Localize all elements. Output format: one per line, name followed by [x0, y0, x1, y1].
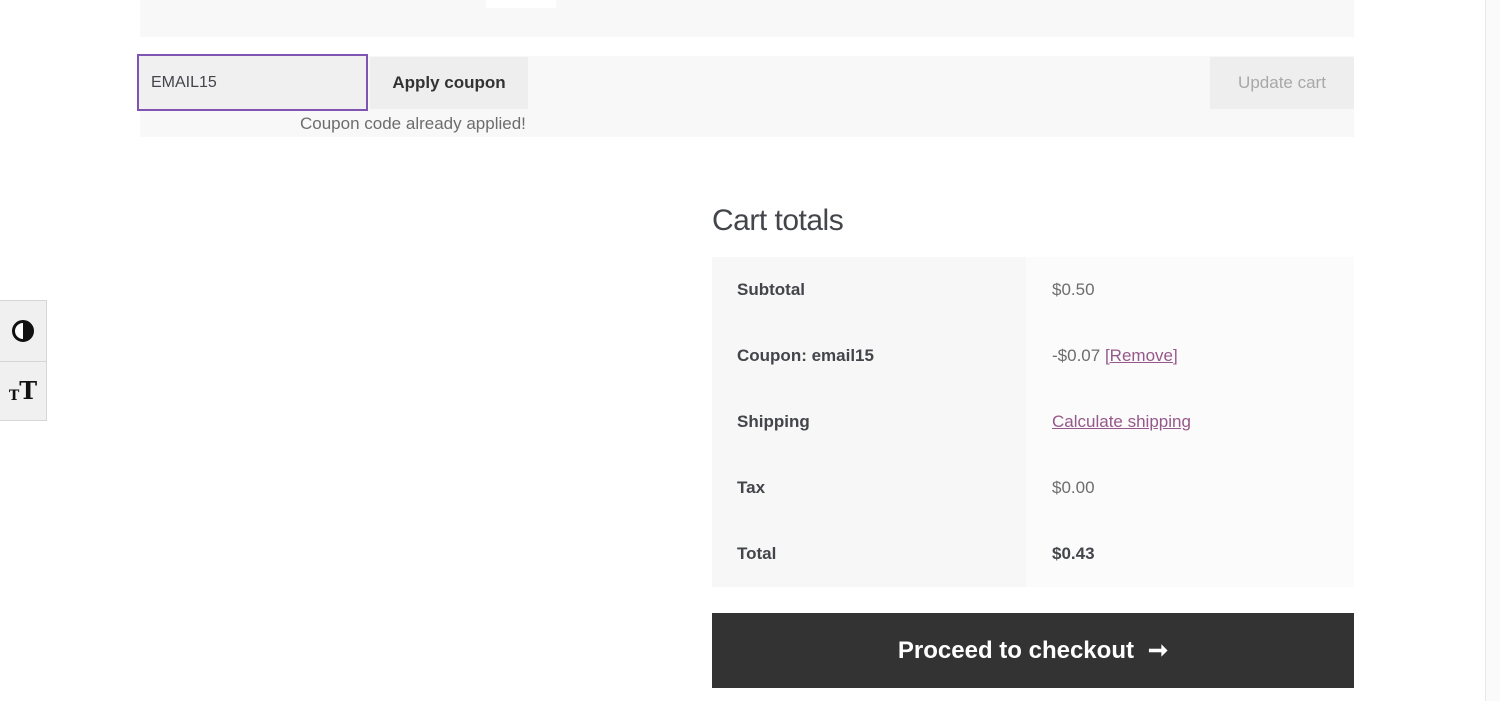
- accessibility-toolbar: T T: [0, 300, 47, 421]
- checkout-label: Proceed to checkout: [897, 636, 1134, 664]
- text-size-glyph-small: T: [8, 388, 20, 404]
- coupon-label: Coupon: email15: [712, 323, 1026, 389]
- remove-coupon-link[interactable]: Remove: [1110, 346, 1173, 366]
- tax-label: Tax: [712, 455, 1026, 521]
- text-size-icon: T T: [8, 376, 38, 405]
- contrast-icon: [12, 320, 34, 342]
- totals-row-coupon: Coupon: email15 -$0.07 [Remove]: [712, 323, 1354, 389]
- text-size-button[interactable]: T T: [0, 361, 46, 421]
- text-size-glyph-big: T: [19, 376, 38, 405]
- totals-row-shipping: Shipping Calculate shipping: [712, 389, 1354, 455]
- total-label: Total: [712, 521, 1026, 587]
- high-contrast-button[interactable]: [0, 301, 46, 362]
- proceed-to-checkout-button[interactable]: Proceed to checkout ➞: [712, 613, 1354, 688]
- cart-table-cell: [486, 0, 556, 8]
- remove-bracket-close: ]: [1172, 346, 1178, 365]
- subtotal-label: Subtotal: [712, 257, 1026, 323]
- coupon-code-input[interactable]: [137, 54, 368, 111]
- cart-totals-table: Subtotal $0.50 Coupon: email15 -$0.07 [R…: [712, 257, 1354, 587]
- coupon-discount-cell: -$0.07 [Remove]: [1026, 323, 1354, 389]
- cart-totals-heading: Cart totals: [712, 204, 844, 237]
- apply-coupon-button[interactable]: Apply coupon: [370, 57, 528, 109]
- calculate-shipping-link[interactable]: Calculate shipping: [1052, 412, 1191, 432]
- arrow-right-icon: ➞: [1147, 636, 1169, 664]
- update-cart-button[interactable]: Update cart: [1210, 57, 1354, 109]
- coupon-discount-value: -$0.07: [1052, 346, 1101, 365]
- scrollbar[interactable]: [1485, 0, 1500, 701]
- totals-row-total: Total $0.43: [712, 521, 1354, 587]
- subtotal-value: $0.50: [1026, 257, 1354, 323]
- shipping-cell: Calculate shipping: [1026, 389, 1354, 455]
- shipping-label: Shipping: [712, 389, 1026, 455]
- cart-table-bottom: [140, 0, 1354, 37]
- page: Apply coupon Coupon code already applied…: [0, 0, 1500, 701]
- totals-row-subtotal: Subtotal $0.50: [712, 257, 1354, 323]
- totals-row-tax: Tax $0.00: [712, 455, 1354, 521]
- total-value: $0.43: [1026, 521, 1354, 587]
- coupon-message: Coupon code already applied!: [300, 114, 526, 133]
- tax-value: $0.00: [1026, 455, 1354, 521]
